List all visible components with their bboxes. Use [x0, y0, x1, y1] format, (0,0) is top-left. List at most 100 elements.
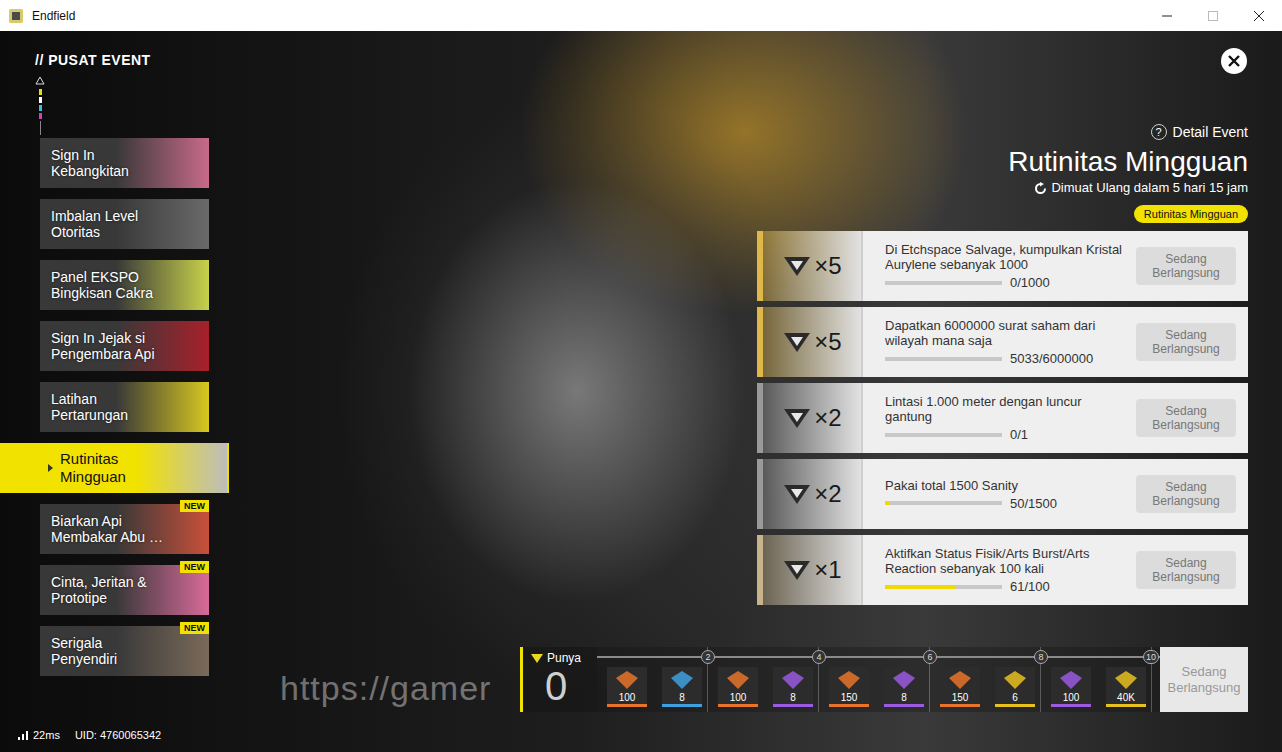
progress-fill [885, 585, 956, 589]
reward-count: ×2 [814, 404, 841, 432]
progress-fill [885, 357, 886, 361]
reward-item-icon [1059, 670, 1083, 690]
reward-item[interactable]: 100 [607, 667, 647, 707]
status-bar: 22ms UID: 4760065342 [0, 728, 230, 752]
reward-amount: 150 [841, 692, 858, 704]
track-line [597, 656, 1160, 658]
milestone-segment: 150 8 6 [819, 647, 930, 712]
sidebar-item[interactable]: RutinitasMingguan [0, 443, 229, 493]
sidebar-item[interactable]: Biarkan ApiMembakar Abu … NEW [40, 504, 209, 554]
milestone-marker: 2 [701, 650, 715, 664]
reward-count: ×5 [814, 328, 841, 356]
tag-row: Rutinitas Mingguan [757, 205, 1248, 223]
task-main: Dapatkan 6000000 surat saham dari wilaya… [885, 318, 1125, 366]
app-logo-icon [8, 8, 24, 24]
sidebar-item[interactable]: Panel EKSPOBingkisan Cakra [40, 260, 209, 310]
reward-item[interactable]: 100 [1051, 667, 1091, 707]
task-status-button[interactable]: Sedang Berlangsung [1136, 399, 1236, 437]
sidebar-item[interactable]: SerigalaPenyendiri NEW [40, 626, 209, 676]
uid-text: UID: 4760065342 [75, 728, 161, 742]
reward-count: ×5 [814, 252, 841, 280]
milestone-segment: 100 8 4 [708, 647, 819, 712]
progress-track [885, 585, 1002, 589]
reward-item-icon [1114, 670, 1138, 690]
sidebar-item-label: Biarkan ApiMembakar Abu … [51, 513, 163, 545]
task-description: Di Etchspace Salvage, kumpulkan Kristal … [885, 242, 1125, 272]
sidebar-item[interactable]: LatihanPertarungan [40, 382, 209, 432]
reward-item[interactable]: 8 [884, 667, 924, 707]
minimize-button[interactable] [1144, 0, 1190, 31]
task-row: ×5 Dapatkan 6000000 surat saham dari wil… [757, 307, 1248, 377]
reward-item-icon [837, 670, 861, 690]
progress-count: 0/1000 [1010, 275, 1050, 290]
event-panel: ? Detail Event Rutinitas Mingguan Dimuat… [757, 123, 1248, 639]
ping-text: 22ms [33, 728, 60, 742]
task-description: Dapatkan 6000000 surat saham dari wilaya… [885, 318, 1125, 348]
progress-track [885, 501, 1002, 505]
reward-amount: 100 [619, 692, 636, 704]
claim-button[interactable]: Sedang Berlangsung [1160, 647, 1248, 712]
reward-item[interactable]: 40K [1106, 667, 1146, 707]
reward-item-icon [726, 670, 750, 690]
selected-arrow-icon [48, 464, 53, 472]
reward-emblem-icon [782, 254, 812, 278]
minimize-icon [1162, 11, 1172, 21]
sidebar-item-label: Sign In Jejak siPengembara Api [51, 330, 155, 362]
reward-emblem-icon [782, 482, 812, 506]
close-button[interactable] [1220, 47, 1248, 75]
reward-count: ×1 [814, 556, 841, 584]
task-body: Dapatkan 6000000 surat saham dari wilaya… [861, 307, 1248, 377]
reward-amount: 6 [1012, 692, 1018, 704]
task-reward: ×1 [757, 535, 861, 605]
reward-item-icon [781, 670, 805, 690]
sidebar-item-label: LatihanPertarungan [51, 391, 128, 423]
watermark: https://gamer [280, 669, 491, 708]
sidebar-item[interactable]: Sign In Jejak siPengembara Api [40, 321, 209, 371]
task-body: Aktifkan Status Fisik/Arts Burst/Arts Re… [861, 535, 1248, 605]
reward-item-icon [1003, 670, 1027, 690]
detail-event-link[interactable]: ? Detail Event [757, 123, 1248, 141]
task-main: Lintasi 1.000 meter dengan luncur gantun… [885, 394, 1125, 442]
task-description: Aktifkan Status Fisik/Arts Burst/Arts Re… [885, 546, 1125, 576]
reward-item[interactable]: 150 [940, 667, 980, 707]
event-tag: Rutinitas Mingguan [1134, 205, 1248, 223]
reward-amount: 8 [901, 692, 907, 704]
reward-item[interactable]: 8 [773, 667, 813, 707]
sidebar-item[interactable]: Cinta, Jeritan &Prototipe NEW [40, 565, 209, 615]
sidebar-item-label: Sign InKebangkitan [51, 147, 129, 179]
window-controls [1144, 0, 1282, 31]
progress-track [885, 357, 1002, 361]
reward-track: Punya 0 100 8 2 100 8 4 150 8 6 150 6 8 … [520, 647, 1248, 712]
milestone-marker: 8 [1034, 650, 1048, 664]
task-status-button[interactable]: Sedang Berlangsung [1136, 551, 1236, 589]
maximize-button[interactable] [1190, 0, 1236, 31]
reward-amount: 100 [1063, 692, 1080, 704]
reward-item[interactable]: 100 [718, 667, 758, 707]
sidebar-item[interactable]: Imbalan LevelOtoritas [40, 199, 209, 249]
task-description: Pakai total 1500 Sanity [885, 478, 1125, 493]
task-reward: ×5 [757, 307, 861, 377]
task-reward: ×2 [757, 383, 861, 453]
sidebar-item[interactable]: Sign InKebangkitan [40, 138, 209, 188]
reward-item-icon [615, 670, 639, 690]
progress-count: 0/1 [1010, 427, 1028, 442]
task-progress: 61/100 [885, 579, 1125, 594]
task-main: Di Etchspace Salvage, kumpulkan Kristal … [885, 242, 1125, 290]
new-badge: NEW [180, 500, 209, 512]
task-body: Pakai total 1500 Sanity 50/1500 Sedang B… [861, 459, 1248, 529]
reward-emblem-icon [782, 558, 812, 582]
task-status-button[interactable]: Sedang Berlangsung [1136, 323, 1236, 361]
task-progress: 0/1 [885, 427, 1125, 442]
close-window-button[interactable] [1236, 0, 1282, 31]
reward-amount: 150 [952, 692, 969, 704]
reward-item[interactable]: 8 [662, 667, 702, 707]
maximize-icon [1208, 11, 1218, 21]
reward-item[interactable]: 150 [829, 667, 869, 707]
reward-emblem-icon [782, 330, 812, 354]
task-row: ×2 Lintasi 1.000 meter dengan luncur gan… [757, 383, 1248, 453]
sidebar-item-label: Imbalan LevelOtoritas [51, 208, 138, 240]
sidebar-header: // PUSAT EVENT [0, 51, 230, 69]
task-status-button[interactable]: Sedang Berlangsung [1136, 475, 1236, 513]
reward-item[interactable]: 6 [995, 667, 1035, 707]
task-status-button[interactable]: Sedang Berlangsung [1136, 247, 1236, 285]
